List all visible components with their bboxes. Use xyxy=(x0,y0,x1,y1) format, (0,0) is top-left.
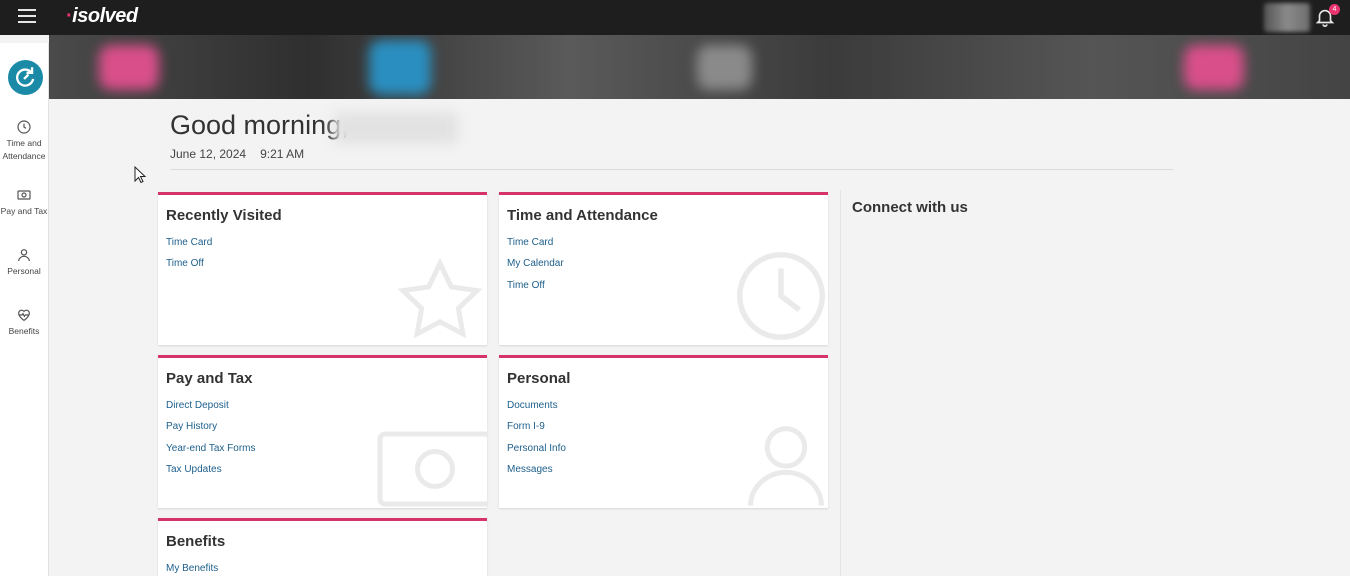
sidebar-item-label: Time and Attendance xyxy=(2,138,46,161)
card-title: Time and Attendance xyxy=(507,207,658,224)
banner-tile xyxy=(99,45,159,90)
sidebar-item-personal[interactable]: Personal xyxy=(0,247,48,278)
link-form-i9[interactable]: Form I-9 xyxy=(507,421,566,442)
link-time-off[interactable]: Time Off xyxy=(166,258,212,279)
star-icon xyxy=(397,257,483,339)
card-title: Recently Visited xyxy=(166,207,282,224)
money-icon xyxy=(377,431,487,507)
link-time-card[interactable]: Time Card xyxy=(166,237,212,258)
card-time-and-attendance: Time and Attendance Time Card My Calenda… xyxy=(499,192,828,345)
clock-icon xyxy=(737,252,825,340)
link-my-benefits[interactable]: My Benefits xyxy=(166,563,218,576)
sidebar-item-benefits[interactable]: Benefits xyxy=(0,307,48,338)
user-name-redacted xyxy=(333,112,458,144)
link-pay-history[interactable]: Pay History xyxy=(166,421,256,442)
sidebar-item-label: Personal xyxy=(7,266,41,276)
person-icon xyxy=(748,426,824,506)
sidebar-item-label: Pay and Tax xyxy=(0,206,48,216)
card-benefits: Benefits My Benefits xyxy=(158,518,487,576)
top-bar: ·isolved 4 xyxy=(0,0,1350,35)
banner-tile xyxy=(697,45,752,90)
link-personal-info[interactable]: Personal Info xyxy=(507,443,566,464)
sidebar-item-pay-and-tax[interactable]: Pay and Tax xyxy=(0,187,48,218)
mouse-cursor-icon xyxy=(134,166,146,184)
link-time-card[interactable]: Time Card xyxy=(507,237,564,258)
link-time-off[interactable]: Time Off xyxy=(507,280,564,301)
card-personal: Personal Documents Form I-9 Personal Inf… xyxy=(499,355,828,508)
link-year-end-tax-forms[interactable]: Year-end Tax Forms xyxy=(166,443,256,464)
notification-badge: 4 xyxy=(1329,4,1340,15)
link-direct-deposit[interactable]: Direct Deposit xyxy=(166,400,256,421)
divider xyxy=(170,169,1173,170)
heart-pulse-icon xyxy=(18,309,30,322)
refresh-button[interactable] xyxy=(8,60,43,95)
card-title: Benefits xyxy=(166,533,226,550)
logo-text: isolved xyxy=(72,5,138,27)
date-time: June 12, 2024 9:21 AM xyxy=(170,147,304,161)
connect-title: Connect with us xyxy=(852,199,968,216)
menu-icon[interactable] xyxy=(18,9,36,24)
person-icon xyxy=(18,249,30,262)
link-tax-updates[interactable]: Tax Updates xyxy=(166,464,256,485)
logo[interactable]: ·isolved xyxy=(66,5,138,28)
banner-tile xyxy=(369,40,431,95)
hero-banner xyxy=(49,35,1350,99)
refresh-icon xyxy=(16,67,35,87)
link-my-calendar[interactable]: My Calendar xyxy=(507,258,564,279)
sidebar-item-label: Benefits xyxy=(8,326,40,336)
money-icon xyxy=(17,190,31,200)
clock-icon xyxy=(17,120,31,134)
card-pay-and-tax: Pay and Tax Direct Deposit Pay History Y… xyxy=(158,355,487,508)
card-title: Pay and Tax xyxy=(166,370,253,387)
greeting-heading: Good morning, xyxy=(170,110,349,140)
avatar[interactable] xyxy=(1264,3,1310,32)
card-title: Personal xyxy=(507,370,571,387)
current-time: 9:21 AM xyxy=(260,147,305,161)
connect-panel xyxy=(840,190,1174,576)
left-sidebar: Time and Attendance Pay and Tax Personal… xyxy=(0,43,49,576)
banner-tile xyxy=(1184,45,1244,90)
sidebar-item-time-and-attendance[interactable]: Time and Attendance xyxy=(0,119,48,163)
card-recently-visited: Recently Visited Time Card Time Off xyxy=(158,192,487,345)
link-documents[interactable]: Documents xyxy=(507,400,566,421)
current-date: June 12, 2024 xyxy=(170,147,247,161)
link-messages[interactable]: Messages xyxy=(507,464,566,485)
